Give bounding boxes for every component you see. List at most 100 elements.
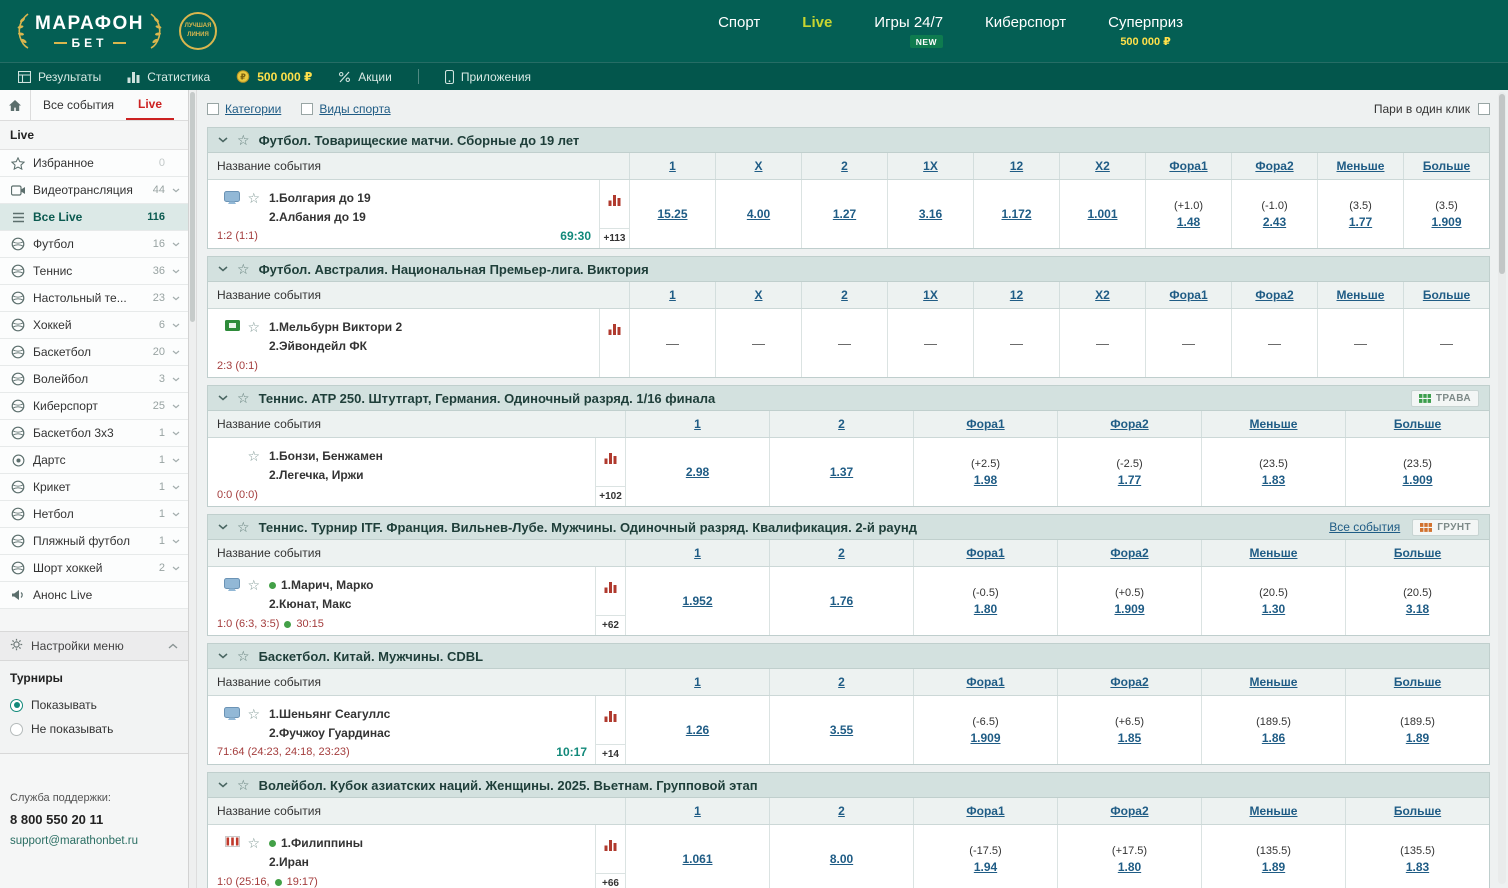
column-header-link[interactable]: Фора1 <box>1169 159 1207 173</box>
column-header-link[interactable]: 2 <box>838 546 845 560</box>
odds-link[interactable]: 1.952 <box>682 594 712 608</box>
tournaments-option[interactable]: Не показывать <box>10 717 178 741</box>
event-info-cell[interactable]: ☆1.Бонзи, Бенжамен2.Легечка, Иржи0:0 (0:… <box>208 438 595 506</box>
favorite-event-icon[interactable]: ☆ <box>247 578 260 592</box>
sidebar-item-hockey[interactable]: Хоккей6 <box>0 312 188 339</box>
column-header-link[interactable]: Больше <box>1394 675 1441 689</box>
column-header-link[interactable]: Больше <box>1394 417 1441 431</box>
column-header-link[interactable]: Больше <box>1423 159 1470 173</box>
more-markets-link[interactable]: +66 <box>596 873 625 888</box>
filter-categories[interactable]: Категории <box>207 102 281 116</box>
collapse-icon[interactable] <box>218 524 228 530</box>
column-header-link[interactable]: 2 <box>838 675 845 689</box>
odds-link[interactable]: 1.83 <box>1262 473 1285 487</box>
sidebar-item-esports[interactable]: Киберспорт25 <box>0 393 188 420</box>
column-header-link[interactable]: Фора1 <box>966 417 1004 431</box>
column-header-link[interactable]: 1 <box>669 159 676 173</box>
sidebar-item-football[interactable]: Футбол16 <box>0 231 188 258</box>
column-header-link[interactable]: 1 <box>694 804 701 818</box>
column-header-link[interactable]: 2 <box>838 417 845 431</box>
column-header-link[interactable]: Меньше <box>1250 417 1298 431</box>
odds-link[interactable]: 3.18 <box>1406 602 1429 616</box>
column-header-link[interactable]: Фора1 <box>966 804 1004 818</box>
sidebar-scrollbar[interactable] <box>189 90 197 888</box>
more-markets-link[interactable]: +113 <box>600 228 629 248</box>
odds-link[interactable]: 1.89 <box>1262 860 1285 874</box>
favorite-group-icon[interactable]: ☆ <box>237 262 250 276</box>
odds-link[interactable]: 1.89 <box>1406 731 1429 745</box>
column-header-link[interactable]: Фора2 <box>1110 546 1148 560</box>
odds-link[interactable]: 1.27 <box>833 207 856 221</box>
sidebar-item-short-hockey[interactable]: Шорт хоккей2 <box>0 555 188 582</box>
menu-settings-button[interactable]: Настройки меню <box>0 631 188 661</box>
favorite-event-icon[interactable]: ☆ <box>247 191 260 205</box>
sidebar-item-video[interactable]: Видеотрансляция44 <box>0 177 188 204</box>
sidebar-item-darts[interactable]: Дартс1 <box>0 447 188 474</box>
sidebar-item-table-tennis[interactable]: Настольный те...23 <box>0 285 188 312</box>
sidebar-item-volleyball[interactable]: Волейбол3 <box>0 366 188 393</box>
column-header-link[interactable]: Фора2 <box>1110 417 1148 431</box>
favorite-group-icon[interactable]: ☆ <box>237 649 250 663</box>
odds-link[interactable]: 1.909 <box>1431 215 1461 229</box>
filter-sport-kinds[interactable]: Виды спорта <box>301 102 390 116</box>
collapse-icon[interactable] <box>218 137 228 143</box>
collapse-icon[interactable] <box>218 782 228 788</box>
more-markets-link[interactable]: +62 <box>596 615 625 635</box>
odds-link[interactable]: 1.061 <box>682 852 712 866</box>
sidebar-item-cricket[interactable]: Крикет1 <box>0 474 188 501</box>
odds-link[interactable]: 2.98 <box>686 465 709 479</box>
odds-link[interactable]: 3.55 <box>830 723 853 737</box>
odds-link[interactable]: 1.94 <box>974 860 997 874</box>
column-header-link[interactable]: 1X <box>923 159 938 173</box>
odds-link[interactable]: 1.909 <box>1402 473 1432 487</box>
odds-link[interactable]: 1.86 <box>1262 731 1285 745</box>
event-info-cell[interactable]: ☆1.Болгария до 192.Албания до 191:2 (1:1… <box>208 180 599 248</box>
all-events-link[interactable]: Все события <box>1329 520 1400 534</box>
sidebar-item-favorites[interactable]: Избранное0 <box>0 150 188 177</box>
column-header-link[interactable]: Меньше <box>1337 159 1385 173</box>
column-header-link[interactable]: X <box>754 159 762 173</box>
odds-link[interactable]: 4.00 <box>747 207 770 221</box>
favorite-group-icon[interactable]: ☆ <box>237 520 250 534</box>
categories-checkbox[interactable] <box>207 103 219 115</box>
odds-link[interactable]: 1.80 <box>1118 860 1141 874</box>
column-header-link[interactable]: X <box>754 288 762 302</box>
collapse-icon[interactable] <box>218 653 228 659</box>
home-icon[interactable] <box>0 90 31 120</box>
sidebar-item-basketball[interactable]: Баскетбол20 <box>0 339 188 366</box>
column-header-link[interactable]: 1 <box>669 288 676 302</box>
tournaments-option[interactable]: Показывать <box>10 693 178 717</box>
column-header-link[interactable]: Фора2 <box>1110 675 1148 689</box>
column-header-link[interactable]: Меньше <box>1250 804 1298 818</box>
column-header-link[interactable]: Фора2 <box>1255 288 1293 302</box>
column-header-link[interactable]: 1 <box>694 417 701 431</box>
odds-link[interactable]: 1.76 <box>830 594 853 608</box>
favorite-event-icon[interactable]: ☆ <box>247 836 260 850</box>
column-header-link[interactable]: Фора1 <box>1169 288 1207 302</box>
broadcast-icon[interactable] <box>224 191 240 204</box>
nav-item-games[interactable]: Игры 24/7NEW <box>874 14 943 48</box>
radio-button[interactable] <box>10 699 23 712</box>
radio-button[interactable] <box>10 723 23 736</box>
column-header-link[interactable]: X2 <box>1095 159 1110 173</box>
column-header-link[interactable]: Меньше <box>1250 546 1298 560</box>
favorite-event-icon[interactable]: ☆ <box>247 449 260 463</box>
tab-all-events[interactable]: Все события <box>31 90 126 120</box>
subnav-results[interactable]: Результаты <box>18 70 101 84</box>
collapse-icon[interactable] <box>218 266 228 272</box>
column-header-link[interactable]: 12 <box>1010 159 1023 173</box>
column-header-link[interactable]: Фора2 <box>1255 159 1293 173</box>
favorite-event-icon[interactable]: ☆ <box>247 320 260 334</box>
subnav-promotions[interactable]: Акции <box>338 70 392 84</box>
odds-link[interactable]: 1.30 <box>1262 602 1285 616</box>
support-email-link[interactable]: support@marathonbet.ru <box>10 835 138 847</box>
collapse-icon[interactable] <box>218 395 228 401</box>
odds-link[interactable]: 1.001 <box>1087 207 1117 221</box>
sidebar-scrollbar-thumb[interactable] <box>190 92 195 322</box>
column-header-link[interactable]: Больше <box>1394 804 1441 818</box>
nav-item-sport[interactable]: Спорт <box>718 14 760 31</box>
logo[interactable]: МАРАФОН БЕТ <box>16 12 163 50</box>
subnav-statistics[interactable]: Статистика <box>127 70 210 84</box>
sport-kinds-checkbox[interactable] <box>301 103 313 115</box>
column-header-link[interactable]: 2 <box>841 288 848 302</box>
